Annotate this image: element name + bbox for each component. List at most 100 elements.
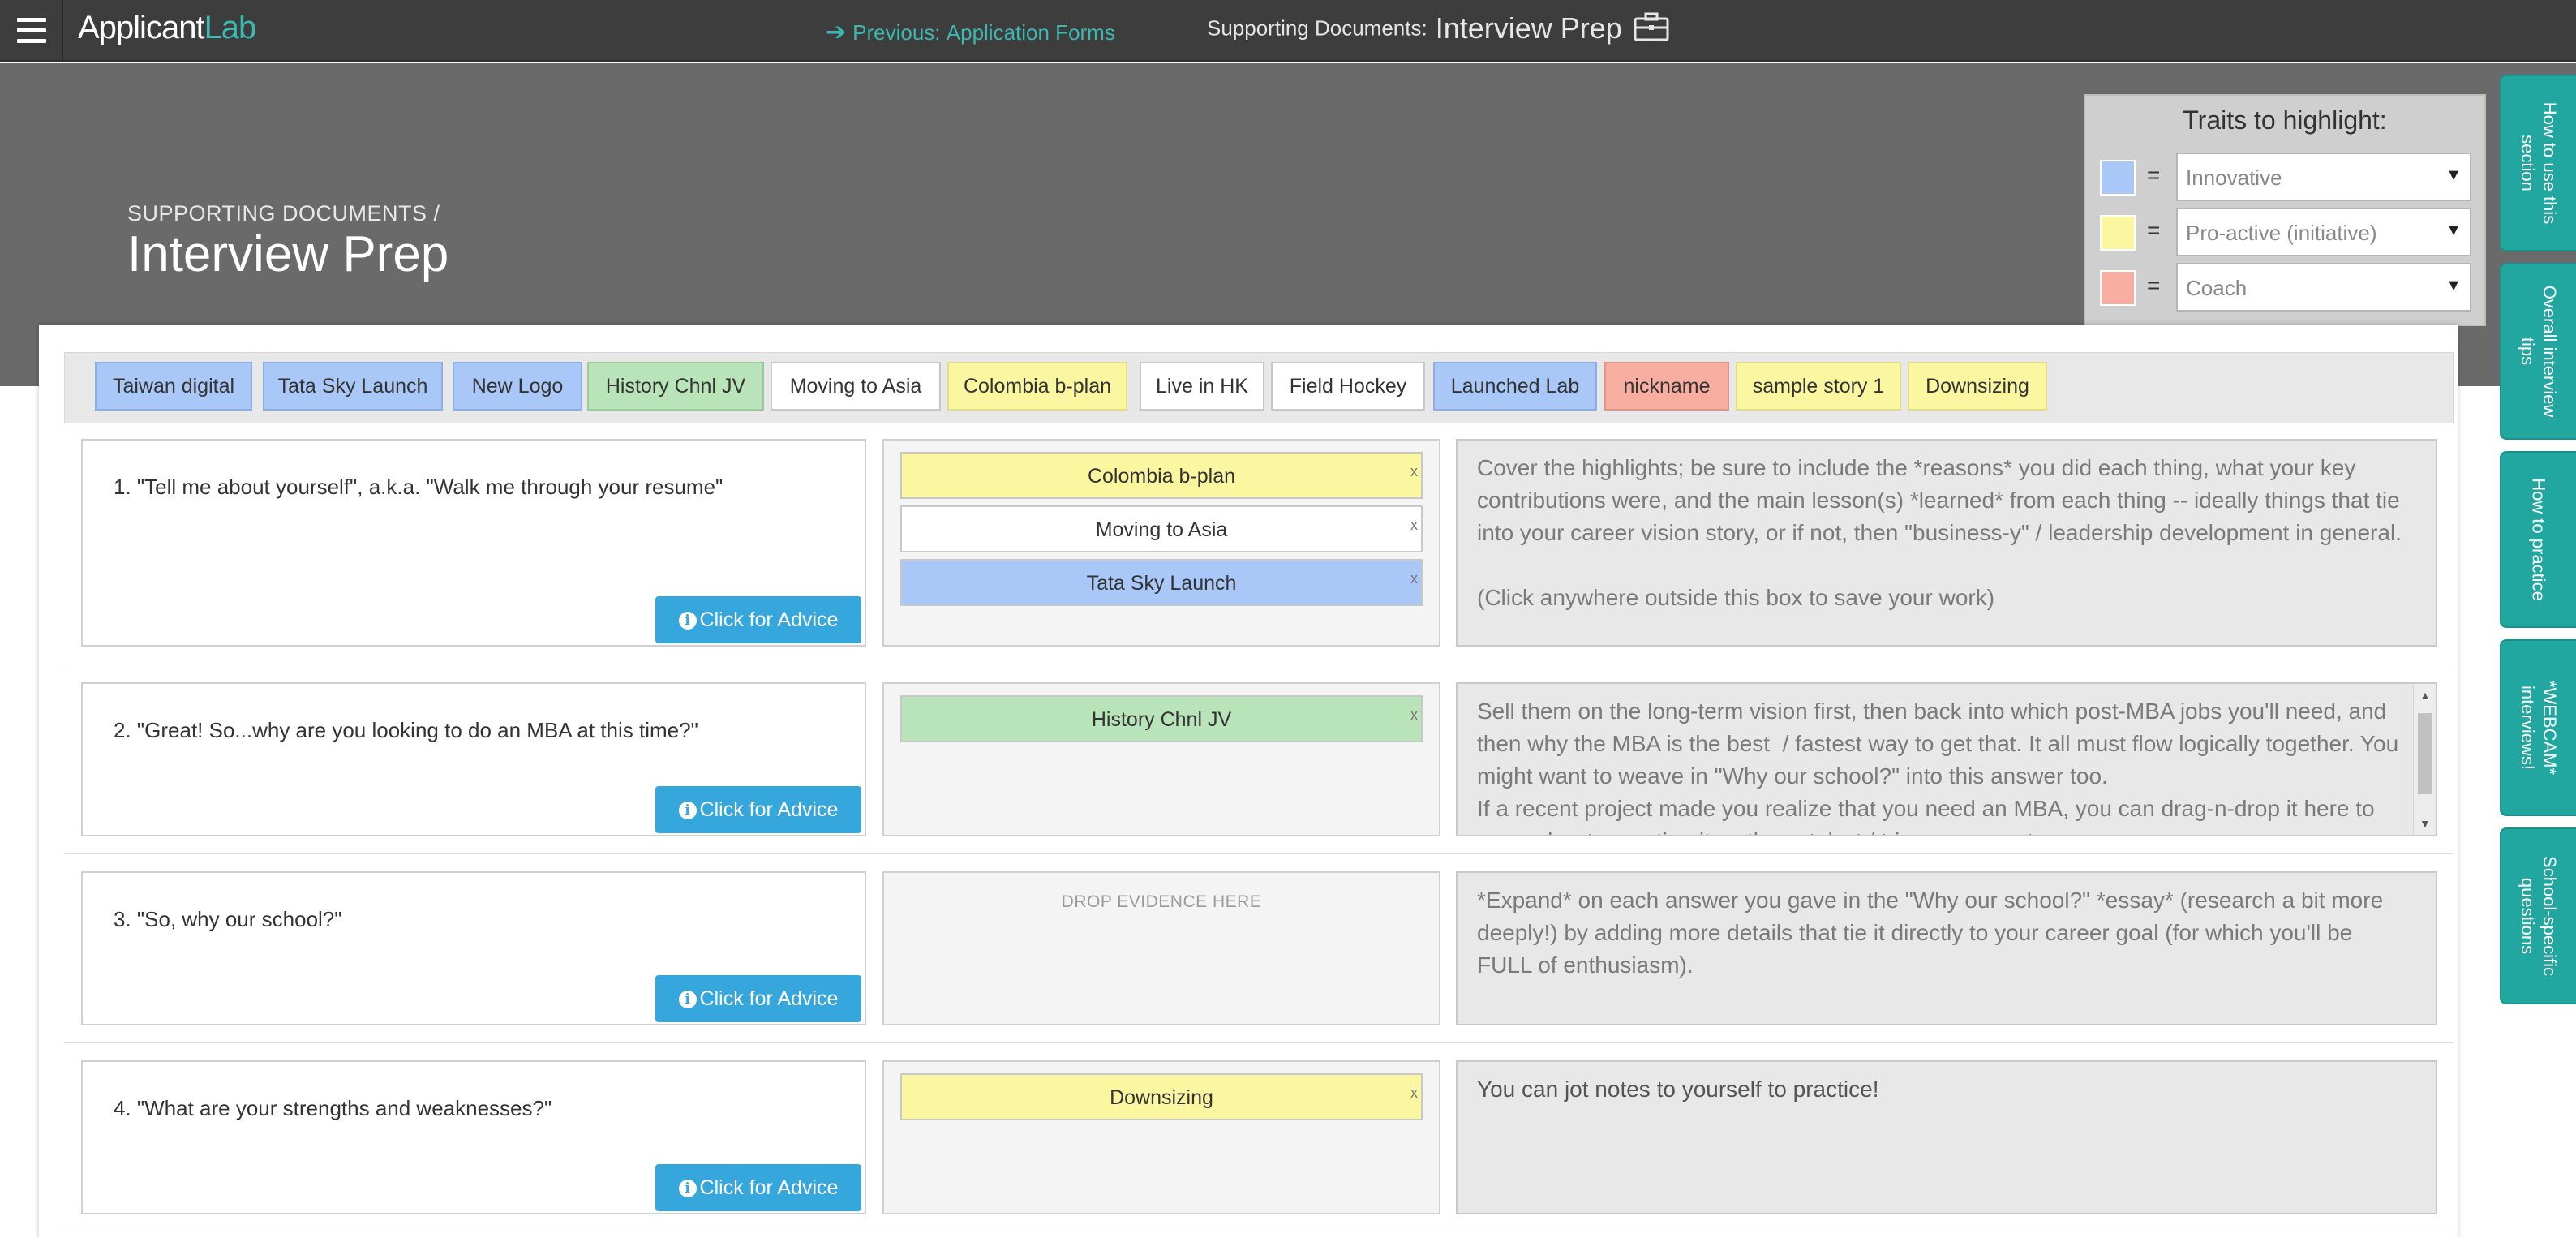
side-tab-school-specific[interactable]: School-specific questions <box>2500 827 2576 1004</box>
app-logo[interactable]: ApplicantLab <box>78 10 257 46</box>
notes-scrollbar[interactable]: ▲ ▼ <box>2413 684 2436 835</box>
evidence-dropzone-3[interactable]: DROP EVIDENCE HERE <box>882 871 1440 1025</box>
question-text: 2. "Great! So...why are you looking to d… <box>114 718 698 742</box>
advice-button-label: Click for Advice <box>699 987 839 1010</box>
evidence-chip[interactable]: New Logo <box>453 362 582 411</box>
side-tab-label: Overall interview tips <box>2518 285 2560 418</box>
trait-row-2: = Pro-active (initiative) ▼ <box>2100 208 2473 256</box>
scroll-up-icon[interactable]: ▲ <box>2419 689 2431 702</box>
evidence-label: History Chnl JV <box>1091 708 1232 731</box>
caret-down-icon: ▼ <box>2445 277 2462 294</box>
side-tab-how-to-practice[interactable]: How to practice <box>2500 451 2576 628</box>
evidence-chip[interactable]: Colombia b-plan <box>947 362 1127 411</box>
trait-value: Coach <box>2186 276 2248 300</box>
logo-text: Applicant <box>78 10 205 45</box>
evidence-chip[interactable]: Live in HK <box>1140 362 1264 411</box>
previous-section-link[interactable]: ➔ Previous: Application Forms <box>826 18 1115 46</box>
advice-button[interactable]: i Click for Advice <box>655 786 861 833</box>
evidence-chip[interactable]: Moving to Asia <box>771 362 941 411</box>
trait-select-1[interactable]: Innovative ▼ <box>2176 153 2471 201</box>
remove-icon[interactable]: x <box>1410 463 1418 480</box>
trait-color-swatch <box>2100 270 2136 306</box>
evidence-label: Downsizing <box>1110 1086 1213 1109</box>
dropped-evidence-chip[interactable]: Tata Sky Launch x <box>900 559 1423 606</box>
info-icon: i <box>678 802 697 819</box>
dropped-evidence-chip[interactable]: Colombia b-plan x <box>900 452 1423 499</box>
side-tab-label: *WEBCAM* interviews! <box>2518 680 2560 776</box>
scrollbar-thumb[interactable] <box>2418 713 2432 794</box>
info-icon: i <box>678 612 697 630</box>
side-tab-label: How to use this section <box>2518 101 2560 225</box>
current-section: Supporting Documents: Interview Prep <box>1207 11 1669 45</box>
drop-hint-text: DROP EVIDENCE HERE <box>1061 892 1262 911</box>
remove-icon[interactable]: x <box>1410 707 1418 724</box>
question-card-2: 2. "Great! So...why are you looking to d… <box>81 682 866 836</box>
question-card-4: 4. "What are your strengths and weakness… <box>81 1060 866 1214</box>
dropped-evidence-chip[interactable]: Downsizing x <box>900 1073 1423 1120</box>
traits-title: Traits to highlight: <box>2183 105 2387 135</box>
advice-button[interactable]: i Click for Advice <box>655 975 861 1022</box>
equals-sign: = <box>2147 162 2161 187</box>
trait-row-1: = Innovative ▼ <box>2100 153 2473 201</box>
briefcase-icon <box>1634 12 1669 45</box>
section-label: Supporting Documents: <box>1207 15 1428 41</box>
evidence-chip[interactable]: History Chnl JV <box>587 362 764 411</box>
caret-down-icon: ▼ <box>2445 221 2462 239</box>
side-tab-how-to-use[interactable]: How to use this section <box>2500 75 2576 251</box>
advice-button[interactable]: i Click for Advice <box>655 1164 861 1211</box>
evidence-label: Colombia b-plan <box>1087 465 1236 488</box>
equals-sign: = <box>2147 217 2161 243</box>
notes-text: Cover the highlights; be sure to include… <box>1477 455 2402 610</box>
top-bar: ApplicantLab ➔ Previous: Application Form… <box>0 0 2576 62</box>
caret-down-icon: ▼ <box>2445 166 2462 184</box>
evidence-label: Tata Sky Launch <box>1086 572 1237 595</box>
remove-icon[interactable]: x <box>1410 570 1418 587</box>
remove-icon[interactable]: x <box>1410 1085 1418 1102</box>
evidence-chip[interactable]: sample story 1 <box>1736 362 1901 411</box>
trait-value: Pro-active (initiative) <box>2186 221 2377 245</box>
notes-textarea-2[interactable]: Sell them on the long-term vision first,… <box>1456 682 2437 836</box>
equals-sign: = <box>2147 273 2161 298</box>
evidence-chip[interactable]: Taiwan digital <box>95 362 252 411</box>
trait-color-swatch <box>2100 215 2136 251</box>
notes-textarea-4[interactable]: You can jot notes to yourself to practic… <box>1456 1060 2437 1214</box>
previous-prefix: Previous: <box>852 20 941 45</box>
evidence-label: Moving to Asia <box>1095 518 1228 541</box>
advice-button[interactable]: i Click for Advice <box>655 596 861 643</box>
remove-icon[interactable]: x <box>1410 517 1418 534</box>
evidence-chip[interactable]: Tata Sky Launch <box>263 362 443 411</box>
evidence-chip[interactable]: nickname <box>1604 362 1729 411</box>
section-title: Interview Prep <box>1435 11 1622 45</box>
row-divider <box>64 1042 2454 1043</box>
dropped-evidence-chip[interactable]: Moving to Asia x <box>900 505 1423 552</box>
dropped-evidence-chip[interactable]: History Chnl JV x <box>900 695 1423 742</box>
question-card-1: 1. "Tell me about yourself", a.k.a. "Wal… <box>81 439 866 647</box>
advice-button-label: Click for Advice <box>699 798 839 821</box>
page-breadcrumb: SUPPORTING DOCUMENTS / <box>127 201 440 226</box>
logo-accent-text: Lab <box>204 10 257 45</box>
arrow-left-icon: ➔ <box>826 19 847 45</box>
question-text: 4. "What are your strengths and weakness… <box>114 1096 552 1120</box>
evidence-dropzone-2[interactable]: History Chnl JV x <box>882 682 1440 836</box>
trait-select-2[interactable]: Pro-active (initiative) ▼ <box>2176 208 2471 256</box>
notes-textarea-1[interactable]: Cover the highlights; be sure to include… <box>1456 439 2437 647</box>
evidence-chip[interactable]: Field Hockey <box>1271 362 1425 411</box>
advice-button-label: Click for Advice <box>699 608 839 631</box>
side-tab-interview-tips[interactable]: Overall interview tips <box>2500 263 2576 440</box>
page-title: Interview Prep <box>127 226 449 282</box>
evidence-chip[interactable]: Launched Lab <box>1433 362 1597 411</box>
trait-select-3[interactable]: Coach ▼ <box>2176 263 2471 312</box>
hamburger-menu-icon[interactable] <box>0 0 63 62</box>
side-tab-label: School-specific questions <box>2518 856 2560 976</box>
evidence-chip[interactable]: Downsizing <box>1908 362 2047 411</box>
evidence-dropzone-1[interactable]: Colombia b-plan x Moving to Asia x Tata Sk… <box>882 439 1440 647</box>
traits-panel: Traits to highlight: = Innovative ▼ = Pro… <box>2084 94 2486 326</box>
question-text: 3. "So, why our school?" <box>114 907 342 931</box>
notes-text: Sell them on the long-term vision first,… <box>1477 699 2399 835</box>
notes-textarea-3[interactable]: *Expand* on each answer you gave in the … <box>1456 871 2437 1025</box>
side-tab-webcam[interactable]: *WEBCAM* interviews! <box>2500 639 2576 816</box>
question-text: 1. "Tell me about yourself", a.k.a. "Wal… <box>114 475 723 499</box>
evidence-dropzone-4[interactable]: Downsizing x <box>882 1060 1440 1214</box>
trait-row-3: = Coach ▼ <box>2100 263 2473 312</box>
scroll-down-icon[interactable]: ▼ <box>2419 817 2431 830</box>
